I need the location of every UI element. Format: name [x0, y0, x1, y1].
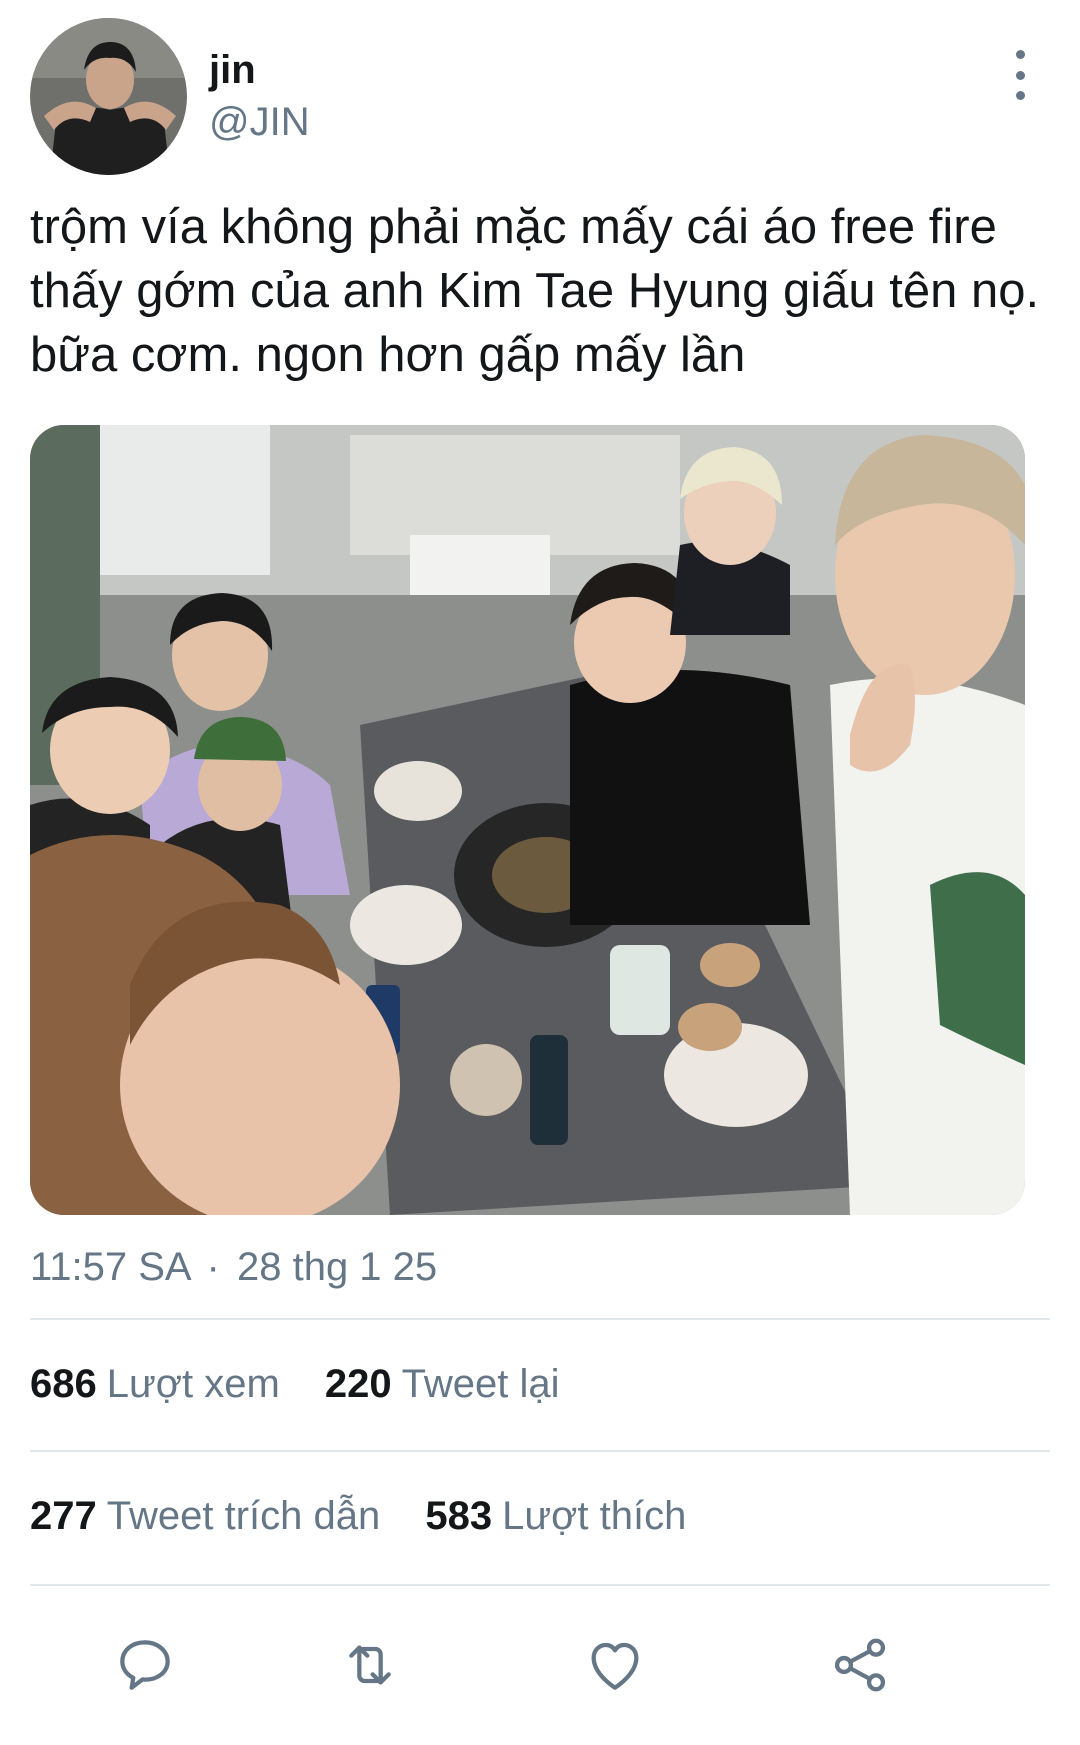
tweet-actions [30, 1625, 1050, 1705]
retweet-button[interactable] [330, 1625, 410, 1705]
reply-button[interactable] [105, 1625, 185, 1705]
reply-icon [120, 1640, 170, 1690]
divider [30, 1584, 1050, 1586]
quotes-count: 277 [30, 1494, 97, 1538]
views-count: 686 [30, 1362, 97, 1406]
author-handle[interactable]: @JIN [209, 100, 310, 145]
tweet-photo[interactable] [30, 425, 1025, 1215]
divider [30, 1450, 1050, 1452]
retweet-icon [349, 1645, 391, 1685]
quotes-label: Tweet trích dẫn [106, 1494, 381, 1538]
more-dot-icon [1015, 91, 1025, 100]
retweets-stat[interactable]: 220 Tweet lại [325, 1362, 560, 1406]
tweet-date: 28 thg 1 25 [236, 1245, 438, 1289]
more-options-button[interactable] [1005, 50, 1035, 100]
quotes-stat[interactable]: 277 Tweet trích dẫn [30, 1494, 391, 1538]
share-icon [834, 1638, 886, 1692]
retweets-count: 220 [324, 1362, 392, 1406]
more-dot-icon [1015, 50, 1025, 59]
avatar-image [30, 18, 187, 175]
likes-count: 583 [425, 1494, 493, 1538]
tweet-text: trộm vía không phải mặc mấy cái áo free … [30, 200, 1040, 382]
like-icon [591, 1642, 639, 1690]
likes-label: Lượt thích [502, 1494, 687, 1538]
views-label: Lượt xem [106, 1362, 280, 1406]
author-name[interactable]: jin [209, 48, 256, 93]
avatar[interactable] [30, 18, 187, 175]
stats-row-2: 277 Tweet trích dẫn 583 Lượt thích [30, 1494, 1050, 1539]
tweet-time: 11:57 SA [30, 1245, 190, 1289]
retweets-label: Tweet lại [401, 1362, 560, 1406]
likes-stat[interactable]: 583 Lượt thích [425, 1494, 686, 1538]
divider [30, 1318, 1050, 1320]
share-button[interactable] [820, 1625, 900, 1705]
stats-row-1: 686 Lượt xem 220 Tweet lại [30, 1362, 1050, 1407]
views-stat[interactable]: 686 Lượt xem [30, 1362, 291, 1406]
more-dot-icon [1015, 70, 1025, 80]
tweet-header: jin @JIN [30, 18, 1050, 178]
group-dinner-photo [30, 425, 1025, 1215]
tweet-timestamp[interactable]: 11:57 SA · 28 thg 1 25 [30, 1245, 437, 1290]
like-button[interactable] [575, 1625, 655, 1705]
timestamp-separator: · [206, 1245, 220, 1289]
